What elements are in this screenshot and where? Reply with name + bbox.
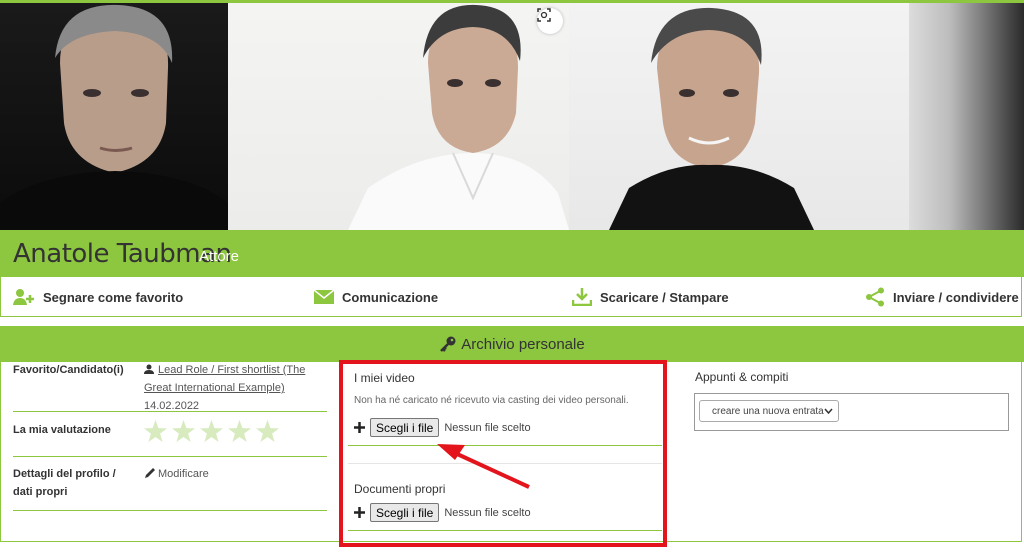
notes-select-value: creare una nuova entrata xyxy=(712,405,824,417)
notes-box: creare una nuova entrata xyxy=(694,393,1009,431)
notes-title: Appunti & compiti xyxy=(695,370,789,384)
divider xyxy=(348,530,662,531)
notes-select[interactable]: creare una nuova entrata xyxy=(699,400,839,422)
documents-no-file-text: Nessun file scelto xyxy=(444,506,531,519)
documents-file-input[interactable]: Scegli i file Nessun file scelto xyxy=(354,503,531,522)
plus-icon xyxy=(354,507,365,518)
documents-choose-file-button[interactable]: Scegli i file xyxy=(370,503,440,522)
documents-title: Documenti propri xyxy=(354,482,446,496)
arrow-annotation xyxy=(437,444,530,489)
chevron-down-icon xyxy=(824,408,833,414)
